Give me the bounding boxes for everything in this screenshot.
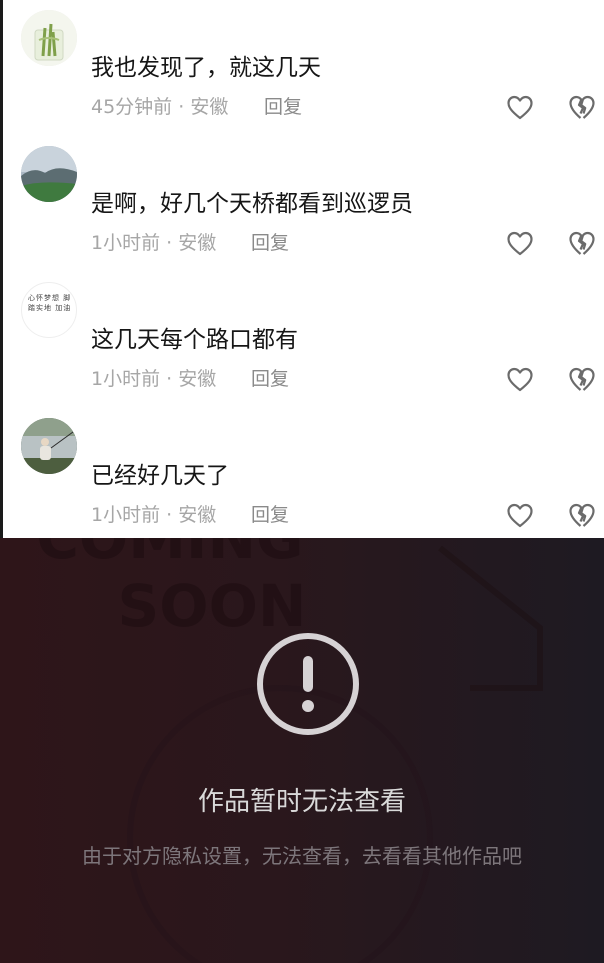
broken-heart-icon — [569, 95, 595, 119]
like-button[interactable] — [506, 230, 534, 258]
comment-location: 安徽 — [190, 96, 229, 118]
comment-time: 45分钟前 — [91, 96, 173, 118]
comment-item: 是啊，好几个天桥都看到巡逻员 1小时前 · 安徽 回复 — [3, 136, 604, 272]
avatar[interactable] — [21, 10, 77, 66]
like-button[interactable] — [506, 366, 534, 394]
reply-button[interactable]: 回复 — [264, 98, 302, 117]
comment-time: 1小时前 — [91, 368, 161, 390]
comment-time: 1小时前 — [91, 232, 161, 254]
comment-location: 安徽 — [178, 504, 217, 526]
broken-heart-icon — [569, 231, 595, 255]
comment-meta: 1小时前 · 安徽 — [91, 234, 216, 253]
avatar-landscape-image — [21, 146, 77, 202]
comment-text: 我也发现了，就这几天 — [91, 55, 321, 81]
reply-button[interactable]: 回复 — [251, 506, 289, 525]
avatar-handwriting-text: 心怀梦想 脚踏实地 加油 — [28, 294, 72, 312]
avatar[interactable] — [21, 418, 77, 474]
dislike-button[interactable] — [568, 502, 596, 530]
comment-text: 这几天每个路口都有 — [91, 327, 298, 353]
watermark-line-2: SOON — [118, 572, 307, 640]
comment-text: 已经好几天了 — [91, 463, 229, 489]
avatar[interactable]: 心怀梦想 脚踏实地 加油 — [21, 282, 77, 338]
exclamation-circle-icon — [257, 633, 359, 735]
broken-heart-icon — [569, 367, 595, 391]
unavailable-title: 作品暂时无法查看 — [197, 787, 406, 817]
comment-text: 是啊，好几个天桥都看到巡逻员 — [91, 191, 413, 217]
avatar-fishing-image — [21, 418, 77, 474]
meta-separator: · — [160, 368, 179, 390]
reply-button[interactable]: 回复 — [251, 234, 289, 253]
unavailable-subtitle: 由于对方隐私设置，无法查看，去看看其他作品吧 — [82, 844, 522, 868]
heart-outline-icon — [507, 367, 533, 392]
avatar[interactable] — [21, 146, 77, 202]
like-button[interactable] — [506, 94, 534, 122]
broken-heart-icon — [569, 503, 595, 527]
comment-location: 安徽 — [178, 232, 217, 254]
comment-meta: 45分钟前 · 安徽 — [91, 98, 228, 117]
heart-outline-icon — [507, 231, 533, 256]
coming-soon-watermark: COMING SOON — [36, 538, 543, 963]
comment-time: 1小时前 — [91, 504, 161, 526]
comment-meta: 1小时前 · 安徽 — [91, 506, 216, 525]
comment-item: 我也发现了，就这几天 45分钟前 · 安徽 回复 — [3, 0, 604, 136]
dislike-button[interactable] — [568, 366, 596, 394]
like-button[interactable] — [506, 502, 534, 530]
content-unavailable-panel: COMING SOON 作品暂时无法查看 由于对方隐私设置，无法查看，去看看其他… — [0, 538, 604, 963]
reply-button[interactable]: 回复 — [251, 370, 289, 389]
meta-separator: · — [160, 504, 179, 526]
comment-list: 我也发现了，就这几天 45分钟前 · 安徽 回复 是啊，好几个天桥都看到巡逻员 — [0, 0, 604, 538]
comment-item: 心怀梦想 脚踏实地 加油 这几天每个路口都有 1小时前 · 安徽 回复 — [3, 272, 604, 408]
heart-outline-icon — [507, 95, 533, 120]
meta-separator: · — [172, 96, 191, 118]
watermark-line-1: COMING — [36, 538, 303, 572]
comment-item: 已经好几天了 1小时前 · 安徽 回复 — [3, 408, 604, 544]
avatar-tea-image — [21, 10, 77, 66]
dislike-button[interactable] — [568, 94, 596, 122]
dislike-button[interactable] — [568, 230, 596, 258]
heart-outline-icon — [507, 503, 533, 528]
comment-meta: 1小时前 · 安徽 — [91, 370, 216, 389]
comment-location: 安徽 — [178, 368, 217, 390]
meta-separator: · — [160, 232, 179, 254]
